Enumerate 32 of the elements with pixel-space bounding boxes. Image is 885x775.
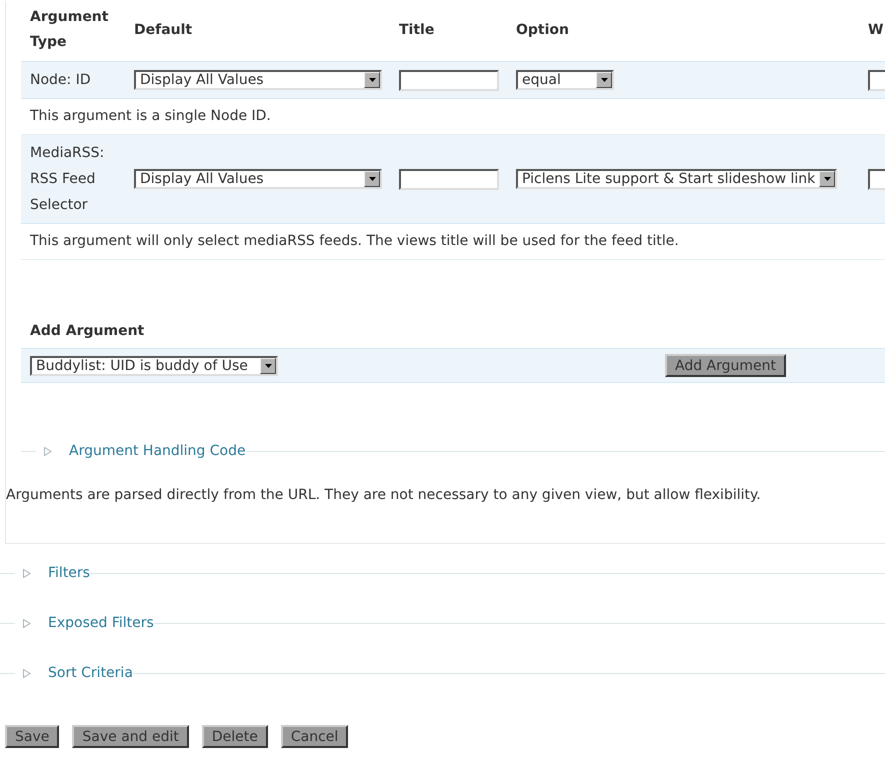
argument-type: Node: ID	[30, 72, 91, 88]
form-button[interactable]: Save and edit	[72, 725, 189, 748]
caret-icon	[600, 78, 608, 82]
dropdown[interactable]: Piclens Lite support & Start slideshow link	[516, 169, 838, 189]
dropdown[interactable]: equal	[516, 70, 614, 90]
caret-icon	[824, 177, 831, 181]
argument-description: This argument will only select mediaRSS feeds. The views title will be used for the feed title.	[30, 233, 679, 249]
section-link[interactable]: Sort Criteria	[48, 665, 133, 681]
caret-icon	[368, 78, 376, 82]
form-button[interactable]: Save	[5, 725, 60, 748]
section-link[interactable]: Filters	[48, 565, 90, 581]
argument-description: This argument is a single Node ID.	[30, 108, 271, 124]
section-link[interactable]: Argument Handling Code	[69, 443, 246, 459]
caret-icon	[368, 177, 376, 181]
form-button[interactable]: Delete	[202, 725, 268, 748]
caret-icon	[264, 364, 272, 368]
column-header: Option	[516, 22, 569, 38]
title-field[interactable]	[399, 70, 499, 90]
dropdown[interactable]: Buddylist: UID is buddy of Use	[30, 356, 278, 376]
form-button[interactable]: Cancel	[280, 725, 348, 748]
title-field[interactable]	[399, 168, 499, 190]
help-text: Arguments are parsed directly from the URL. They are not necessary to any given view, but allow flexibility.	[6, 487, 762, 503]
dropdown[interactable]: Display All Values	[134, 169, 382, 189]
column-header: W	[868, 22, 884, 38]
section-heading: Add Argument	[29, 323, 146, 341]
column-header: Title	[399, 22, 434, 38]
column-header: Default	[134, 22, 192, 38]
column-header: Argument Type	[30, 9, 108, 50]
section-link[interactable]: Exposed Filters	[48, 615, 154, 631]
add-argument-button[interactable]: Add Argument	[665, 354, 786, 377]
argument-type: MediaRSS: RSS Feed Selector	[30, 145, 104, 213]
dropdown[interactable]: Display All Values	[134, 70, 382, 90]
